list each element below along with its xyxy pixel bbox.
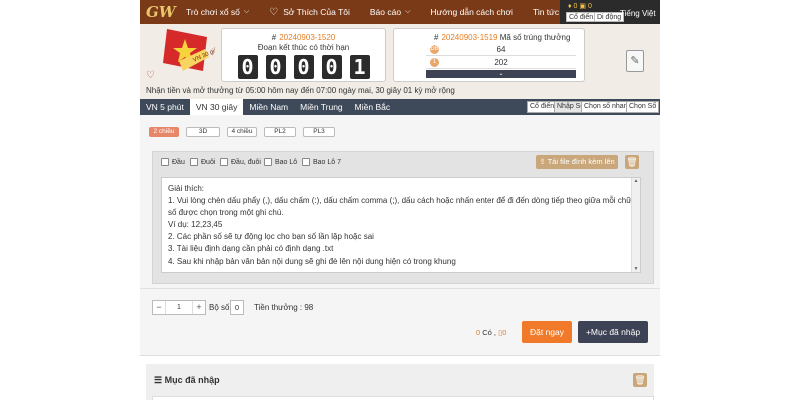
logo[interactable]: GW [146,3,176,21]
clear-list-trash-icon[interactable]: 🗑 [633,373,647,387]
countdown-digit: 0 [237,55,258,79]
expand-results-button[interactable]: ⌄ [426,70,576,78]
checkbox[interactable] [161,158,169,166]
nav-games[interactable]: Trò chơi xổ số ⌵ [186,7,249,17]
scroll-down-icon[interactable]: ▼ [632,266,640,272]
result-row: 202 [426,57,576,69]
chevron-down-icon: ⌵ [405,8,411,15]
multiplier-value[interactable]: 1 [165,301,193,314]
added-items-title: ☰ Mục đã nhập [154,375,220,385]
prize-ball-icon: 1 [430,58,439,67]
bo-so-count: 0 [230,300,244,315]
coin-balance: ♦ 0 ▣ 0 [568,3,592,10]
game-type-2-chieu[interactable]: 2 chiều [149,127,179,137]
language-select[interactable]: Tiếng Việt [620,9,656,18]
draw-notice: Nhận tiền và mở thưởng từ 05:00 hôm nay … [140,84,660,100]
countdown-label: Đoạn kết thúc có thời hạn [257,43,350,52]
coin-icon: ♦ [568,3,572,10]
option-duoi[interactable]: Đuôi [190,158,215,166]
checkbox[interactable] [220,158,228,166]
checkbox[interactable] [302,158,310,166]
tab-mien-trung[interactable]: Miền Trung [294,99,349,115]
upload-file-button[interactable]: ⇪ Tải file đính kèm lên [536,155,618,169]
countdown-digit: 0 [293,55,314,79]
divider [140,288,660,289]
added-items-header [146,364,654,400]
bo-so-label: Bộ số [209,303,230,312]
tab-vn-5-phut[interactable]: VN 5 phút [140,99,190,115]
subtab-classic[interactable]: Cổ điển [527,101,558,113]
trash-icon[interactable]: 🗑 [625,155,639,169]
chevron-down-icon: ⌵ [243,8,250,15]
plus-icon[interactable]: + [193,301,205,314]
nav-guide[interactable]: Hướng dẫn cách chơi [430,7,513,17]
game-type-pl2[interactable]: PL2 [264,127,296,137]
countdown-digit: 0 [321,55,342,79]
countdown-digit: 0 [265,55,286,79]
nav-favorites[interactable]: ♡ Sở Thích Của Tôi [269,7,350,18]
minus-icon[interactable]: − [153,301,165,314]
option-bao-lo-7[interactable]: Bao Lô 7 [302,158,341,166]
checkbox[interactable] [190,158,198,166]
countdown-digit: 1 [349,55,370,79]
add-to-list-button[interactable]: +Mục đã nhập [578,321,648,343]
vietnam-flag-icon: VN 30 giây [163,29,215,71]
option-dau-duoi[interactable]: Đầu, đuôi [220,158,261,166]
tab-vn-30-giay[interactable]: VN 30 giây [189,99,244,115]
option-dau[interactable]: Đầu [161,158,185,166]
game-type-3d[interactable]: 3D [186,127,220,137]
nav-reports[interactable]: Báo cáo ⌵ [370,7,411,17]
option-bao-lo[interactable]: Bao Lô [264,158,297,166]
subtab-choose-number[interactable]: Chọn Số [626,101,660,113]
tab-mien-bac[interactable]: Miền Bắc [349,99,396,115]
scroll-up-icon[interactable]: ▲ [632,178,640,184]
multiplier-stepper[interactable]: − 1 + [152,300,206,315]
result-row: 64 [426,44,576,56]
tab-mien-nam[interactable]: Miền Nam [243,99,294,115]
checkbox[interactable] [264,158,272,166]
winning-numbers-label: Mã số trúng thưởng [499,33,571,42]
current-draw-box: #20240903-1520 Đoạn kết thúc có thời hạn… [221,28,386,82]
selection-count: 0 Có , ▯0 [476,328,507,337]
prize-ball-icon: ĐB [430,45,439,54]
edit-document-icon[interactable]: ✎ [626,50,644,72]
mode-classic-button[interactable]: Cổ điển [566,12,597,22]
textarea-scrollbar[interactable]: ▲ ▼ [631,178,640,272]
prize-label: Tiền thưởng : 98 [254,303,314,312]
wallet-icon: ▣ [579,3,587,10]
favorite-heart-icon[interactable]: ♡ [146,70,155,81]
game-type-pl3[interactable]: PL3 [303,127,335,137]
numbers-textarea[interactable]: Giải thích: 1. Vui lòng chèn dấu phẩy (,… [161,177,641,273]
current-draw-id: 20240903-1520 [279,33,336,42]
countdown-timer: 0 0 0 0 1 [222,55,385,79]
added-items-list [152,396,654,400]
place-bet-button[interactable]: Đặt ngay [522,321,572,343]
game-type-4-chieu[interactable]: 4 chiều [227,127,257,137]
previous-draw-id: 20240903-1519 [441,33,498,42]
list-icon: ☰ [154,375,163,385]
upload-icon: ⇪ [539,157,546,166]
heart-icon: ♡ [269,6,279,18]
